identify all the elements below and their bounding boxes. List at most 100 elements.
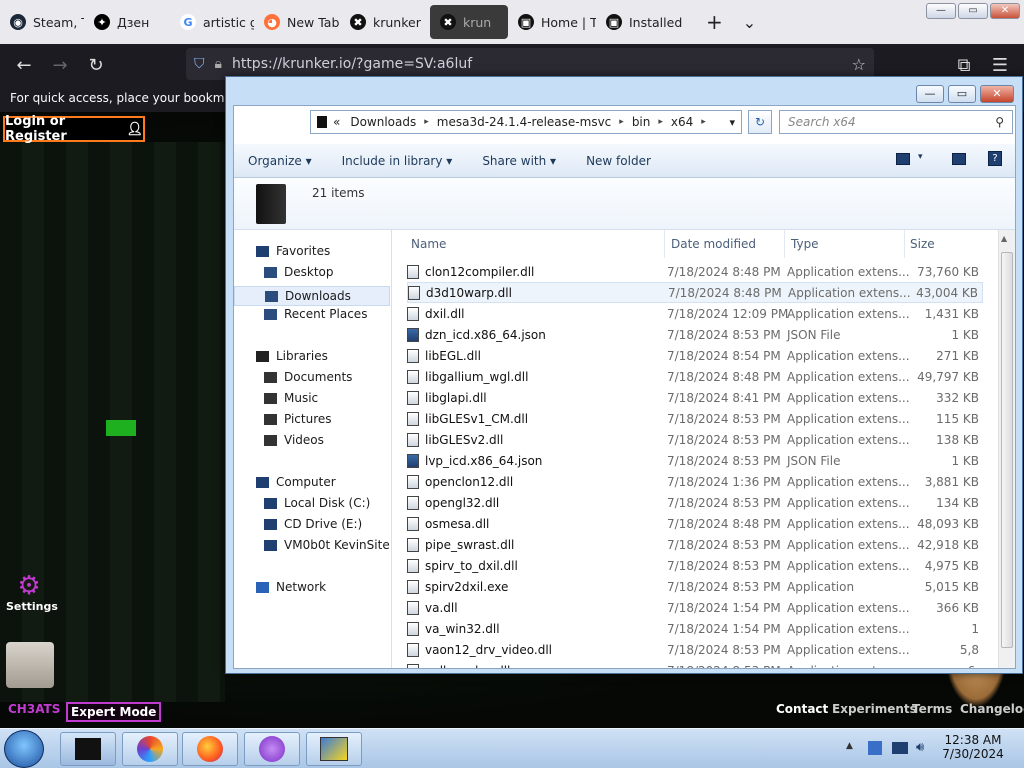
minimize-button[interactable]: — [926,3,956,19]
expert-mode-button[interactable]: Expert Mode [66,702,162,722]
show-hidden-icons-icon[interactable]: ▲ [846,741,853,751]
column-date-modified[interactable]: Date modified [667,230,785,258]
nav-videos[interactable]: Videos [264,433,324,447]
file-row[interactable]: spirv2dxil.exe 7/18/2024 8:53 PM Applicati… [407,576,983,597]
column-type[interactable]: Type [787,230,905,258]
list-all-tabs-icon[interactable]: ⌄ [733,5,766,39]
chevron-right-icon[interactable]: ▸ [658,117,663,127]
taskbar-tor-button[interactable] [244,732,300,766]
column-name[interactable]: Name ^ [407,230,665,258]
reload-button[interactable]: ↻ [78,47,114,83]
organize-menu[interactable]: Organize ▾ [248,154,312,168]
view-dropdown-icon[interactable]: ▾ [918,152,923,162]
scroll-thumb[interactable] [1001,252,1013,648]
file-row[interactable]: libgallium_wgl.dll 7/18/2024 8:48 PM Appli… [407,366,983,387]
share-with-menu[interactable]: Share with ▾ [482,154,556,168]
footer-link-experiments[interactable]: Experiments [832,702,917,716]
nav-libraries[interactable]: Libraries [256,349,328,363]
file-row[interactable]: libGLESv1_CM.dll 7/18/2024 8:53 PM Applica… [407,408,983,429]
avatar[interactable] [6,642,54,688]
footer-link-terms[interactable]: Terms [912,702,952,716]
column-size[interactable]: Size [906,230,984,258]
file-row[interactable]: va_win32.dll 7/18/2024 1:54 PM Application… [407,618,983,639]
browser-tab-2[interactable]: Gartistic g [170,5,254,39]
start-button[interactable] [4,730,44,768]
nav-desktop[interactable]: Desktop [264,265,334,279]
help-icon[interactable]: ? [988,151,1002,166]
login-register-button[interactable]: Login or Register 👤︎ [3,114,145,144]
address-bar[interactable]: « Downloads ▸ mesa3d-24.1.4-release-msvc ▸ bi… [310,110,742,134]
file-row[interactable]: vulkan_dzn.dll 7/18/2024 8:53 PM Applicati… [407,660,983,668]
new-folder-button[interactable]: New folder [586,154,651,168]
clock[interactable]: 12:38 AM 7/30/2024 [940,733,1006,761]
vertical-scrollbar[interactable]: ▲ [998,230,1015,668]
nav-local-disk[interactable]: Local Disk (C:) [264,496,370,510]
file-row[interactable]: dxil.dll 7/18/2024 12:09 PM Application ex… [407,303,983,324]
back-button[interactable]: ← [6,47,42,83]
explorer-minimize-button[interactable]: — [916,85,944,103]
nav-cd-drive[interactable]: CD Drive (E:) [264,517,362,531]
nav-recent-places[interactable]: Recent Places [264,307,367,321]
nav-network-share[interactable]: VM0b0t KevinSite [264,538,390,552]
display-tray-icon[interactable] [892,742,908,754]
nav-network[interactable]: Network [256,580,326,594]
browser-tab-4[interactable]: ✖ krunker [340,5,430,39]
search-input[interactable]: Search x64 ⚲ [779,110,1013,134]
file-row[interactable]: clon12compiler.dll 7/18/2024 8:48 PM Appli… [407,261,983,282]
close-button[interactable]: ✕ [990,3,1020,19]
scroll-up-icon[interactable]: ▲ [1001,234,1007,243]
browser-tab-1[interactable]: ✦ Дзен [84,5,170,39]
maximize-button[interactable]: ▭ [958,3,988,19]
browser-tab-7[interactable]: ▣ Installed [596,5,688,39]
address-dropdown-icon[interactable]: ▾ [729,116,735,129]
volume-icon[interactable]: 🔊︎ [916,740,924,755]
chevron-right-icon[interactable]: ▸ [424,117,429,127]
explorer-close-button[interactable]: ✕ [980,85,1014,103]
network-tray-icon[interactable] [868,741,882,755]
chevron-right-icon[interactable]: ▸ [619,117,624,127]
file-row[interactable]: d3d10warp.dll 7/18/2024 8:48 PM Applicatio… [407,282,983,303]
explorer-maximize-button[interactable]: ▭ [948,85,976,103]
file-row[interactable]: libglapi.dll 7/18/2024 8:41 PM Application… [407,387,983,408]
nav-favorites[interactable]: Favorites [256,244,330,258]
file-row[interactable]: dzn_icd.x86_64.json 7/18/2024 8:53 PM JSON… [407,324,983,345]
view-options-icon[interactable] [896,153,910,165]
file-row[interactable]: osmesa.dll 7/18/2024 8:48 PM Application e… [407,513,983,534]
nav-pictures[interactable]: Pictures [264,412,332,426]
taskbar-browser-button[interactable] [122,732,178,766]
taskbar-explorer-button[interactable] [60,732,116,766]
chevron-right-icon[interactable]: ▸ [701,117,706,127]
include-in-library-menu[interactable]: Include in library ▾ [342,154,453,168]
settings-button[interactable]: ⚙ Settings [6,572,58,613]
preview-pane-icon[interactable] [952,153,966,165]
explorer-window[interactable]: — ▭ ✕ ← → ▾ «Downloads▸mesa3d-24.1.4-rel… [225,76,1023,674]
taskbar-app-button[interactable] [306,732,362,766]
file-row[interactable]: libEGL.dll 7/18/2024 8:54 PM Application e… [407,345,983,366]
file-row[interactable]: libGLESv2.dll 7/18/2024 8:53 PM Applicatio… [407,429,983,450]
file-row[interactable]: spirv_to_dxil.dll 7/18/2024 8:53 PM Applic… [407,555,983,576]
nav-documents[interactable]: Documents [264,370,352,384]
taskbar-firefox-button[interactable] [182,732,238,766]
nav-music[interactable]: Music [264,391,318,405]
file-row[interactable]: opengl32.dll 7/18/2024 8:53 PM Application… [407,492,983,513]
browser-tab-5[interactable]: ✖ krun [430,5,508,39]
browser-tab-6[interactable]: ▣ Home | T [508,5,596,39]
nav-computer[interactable]: Computer [256,475,336,489]
browser-tab-0[interactable]: ◉ Steam, T [0,5,84,39]
file-row[interactable]: vaon12_drv_video.dll 7/18/2024 8:53 PM App… [407,639,983,660]
bookmark-star-icon[interactable]: ☆ [852,55,866,74]
breadcrumb-item-1[interactable]: mesa3d-24.1.4-release-msvc [437,115,612,129]
browser-tab-3[interactable]: ◕ New Tab [254,5,340,39]
nav-downloads[interactable]: Downloads [234,286,390,306]
footer-link-contact[interactable]: Contact [776,702,828,716]
forward-button[interactable]: → [42,47,78,83]
footer-link-changelog[interactable]: Changelog [960,702,1024,716]
file-row[interactable]: lvp_icd.x86_64.json 7/18/2024 8:53 PM JSON… [407,450,983,471]
breadcrumb-item-2[interactable]: bin [632,115,651,129]
breadcrumb-item-0[interactable]: Downloads [350,115,416,129]
cheats-label[interactable]: CH3ATS [8,702,60,716]
breadcrumb-item-3[interactable]: x64 [671,115,693,129]
file-row[interactable]: openclon12.dll 7/18/2024 1:36 PM Applicati… [407,471,983,492]
file-row[interactable]: va.dll 7/18/2024 1:54 PM Application exten… [407,597,983,618]
refresh-icon[interactable]: ↻ [748,110,772,134]
